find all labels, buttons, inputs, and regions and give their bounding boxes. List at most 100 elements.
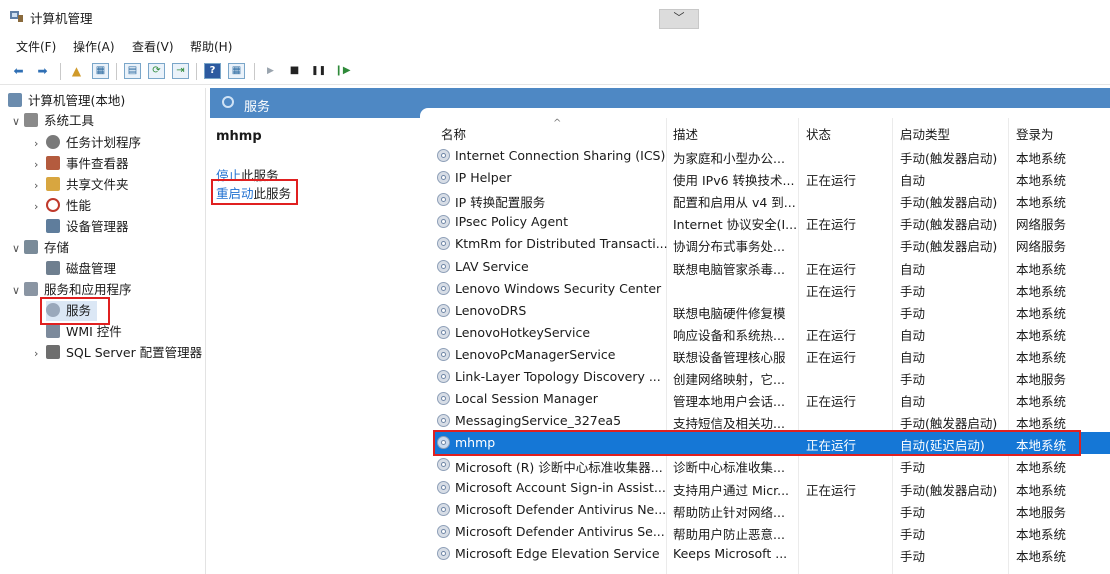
chevron-right-icon[interactable]: › bbox=[34, 134, 46, 154]
table-row[interactable]: Local Session Manager 管理本地用户会话... 正在运行 自动 本地… bbox=[433, 388, 1110, 410]
service-gear-icon bbox=[437, 149, 450, 162]
menu-help[interactable]: 帮助(H) bbox=[190, 38, 232, 55]
tree-item-storage[interactable]: ∨ 存储 bbox=[12, 238, 69, 258]
menu-action[interactable]: 操作(A) bbox=[73, 38, 115, 55]
refresh-icon[interactable]: ⟳ bbox=[148, 63, 165, 79]
collapse-button[interactable]: ﹀ bbox=[659, 9, 699, 29]
tree-item-sql-server-config[interactable]: › SQL Server 配置管理器 bbox=[34, 343, 202, 363]
table-row[interactable]: KtmRm for Distributed Transacti... 协调分布式事… bbox=[433, 233, 1110, 255]
tree-item-computer-management[interactable]: 计算机管理(本地) bbox=[8, 91, 125, 111]
service-status-cell: 正在运行 bbox=[806, 482, 857, 498]
tree-item-label: 磁盘管理 bbox=[66, 261, 117, 276]
back-arrow-icon[interactable]: ⬅ bbox=[10, 63, 27, 79]
pause-service-icon[interactable]: ❚❚ bbox=[310, 63, 327, 79]
chevron-right-icon[interactable]: › bbox=[34, 155, 46, 175]
table-row[interactable]: LenovoHotkeyService 响应设备和系统热... 正在运行 自动 本地系统 bbox=[433, 322, 1110, 344]
chevron-right-icon[interactable]: › bbox=[34, 197, 46, 217]
service-name-cell: Lenovo Windows Security Center bbox=[455, 280, 662, 296]
service-startup-type-cell: 手动(触发器启动) bbox=[900, 482, 998, 498]
detail-service-name: mhmp bbox=[216, 129, 262, 144]
service-startup-type-cell: 自动 bbox=[900, 394, 926, 410]
storage-icon bbox=[24, 240, 38, 254]
services-header-icon bbox=[222, 96, 234, 108]
service-gear-icon bbox=[437, 237, 450, 251]
service-startup-type-cell: 自动 bbox=[900, 261, 926, 277]
service-name-cell: MessagingService_327ea5 bbox=[455, 413, 622, 429]
service-startup-type-cell: 手动 bbox=[900, 460, 926, 476]
forward-arrow-icon[interactable]: ➡ bbox=[34, 63, 51, 79]
column-header-startup-type[interactable]: 启动类型 bbox=[900, 124, 950, 143]
tree-item-performance[interactable]: › 性能 bbox=[34, 196, 91, 216]
column-header-status[interactable]: 状态 bbox=[806, 124, 831, 143]
table-row[interactable]: Link-Layer Topology Discovery ... 创建网络映射，… bbox=[433, 366, 1110, 388]
service-gear-icon bbox=[437, 502, 450, 516]
tree-item-task-scheduler[interactable]: › 任务计划程序 bbox=[34, 133, 141, 153]
help-icon[interactable]: ? bbox=[204, 63, 221, 79]
table-row[interactable]: LAV Service 联想电脑管家杀毒... 正在运行 自动 本地系统 bbox=[433, 256, 1110, 278]
table-row[interactable]: Microsoft Defender Antivirus Se... 帮助用户防止… bbox=[433, 521, 1110, 543]
tree-item-label: WMI 控件 bbox=[66, 324, 122, 339]
service-gear-icon bbox=[437, 347, 450, 361]
view-icon[interactable]: ▦ bbox=[228, 63, 245, 79]
column-header-description[interactable]: 描述 bbox=[673, 124, 698, 143]
export-icon[interactable]: ⇥ bbox=[172, 63, 189, 79]
chevron-right-icon[interactable]: › bbox=[34, 344, 46, 364]
table-row[interactable]: Microsoft Defender Antivirus Ne... 帮助防止针对… bbox=[433, 499, 1110, 521]
column-header-log-on-as[interactable]: 登录为 bbox=[1016, 124, 1054, 143]
table-row[interactable]: Internet Connection Sharing (ICS) 为家庭和小型办… bbox=[433, 145, 1110, 167]
tree-item-system-tools[interactable]: ∨ 系统工具 bbox=[12, 111, 94, 131]
tree-item-shared-folders[interactable]: › 共享文件夹 bbox=[34, 175, 129, 195]
table-row[interactable]: IP Helper 使用 IPv6 转换技术... 正在运行 自动 本地系统 bbox=[433, 167, 1110, 189]
table-row[interactable]: Microsoft Edge Elevation Service Keeps Mi… bbox=[433, 543, 1110, 565]
up-folder-icon[interactable]: ▲ bbox=[68, 63, 85, 79]
tree-item-label: 事件查看器 bbox=[66, 156, 129, 171]
chevron-down-icon[interactable]: ∨ bbox=[12, 239, 24, 259]
restart-service-icon[interactable]: ❙▶ bbox=[334, 63, 351, 79]
service-description-cell: 联想电脑管家杀毒... bbox=[673, 261, 785, 277]
service-startup-type-cell: 自动 bbox=[900, 327, 926, 343]
service-description-cell: 联想设备管理核心服 bbox=[673, 349, 786, 365]
start-service-icon[interactable]: ▶ bbox=[262, 63, 279, 79]
service-description-cell: 管理本地用户会话... bbox=[673, 394, 785, 410]
disk-icon bbox=[46, 261, 60, 275]
chevron-down-icon[interactable]: ∨ bbox=[12, 112, 24, 132]
toolbar-separator bbox=[254, 63, 255, 80]
table-row[interactable]: Microsoft Account Sign-in Assist... 支持用户通… bbox=[433, 477, 1110, 499]
service-name-cell: KtmRm for Distributed Transacti... bbox=[455, 236, 668, 252]
table-row[interactable]: IP 转换配置服务 配置和启用从 v4 到... 手动(触发器启动) 本地系统 bbox=[433, 189, 1110, 211]
service-name-cell: Microsoft (R) 诊断中心标准收集器... bbox=[455, 460, 663, 476]
stop-service-icon[interactable]: ■ bbox=[286, 63, 303, 79]
tree-item-label: 设备管理器 bbox=[66, 219, 129, 234]
clock-icon bbox=[46, 135, 60, 149]
tree-item-event-viewer[interactable]: › 事件查看器 bbox=[34, 154, 129, 174]
service-logon-cell: 本地系统 bbox=[1016, 283, 1067, 299]
tree-item-device-manager[interactable]: 设备管理器 bbox=[46, 217, 129, 237]
service-startup-type-cell: 手动(触发器启动) bbox=[900, 217, 998, 233]
service-gear-icon bbox=[437, 303, 450, 317]
properties-icon[interactable]: ▤ bbox=[124, 63, 141, 79]
table-row[interactable]: Lenovo Windows Security Center 正在运行 手动 本地系统 bbox=[433, 278, 1110, 300]
console-tree-icon[interactable]: ▦ bbox=[92, 63, 109, 79]
tree-item-disk-management[interactable]: 磁盘管理 bbox=[46, 259, 116, 279]
table-row[interactable]: LenovoDRS 联想电脑硬件修复模 手动 本地系统 bbox=[433, 300, 1110, 322]
menu-view[interactable]: 查看(V) bbox=[132, 38, 174, 55]
menu-file[interactable]: 文件(F) bbox=[16, 38, 56, 55]
service-gear-icon bbox=[437, 414, 450, 428]
tree-item-wmi-control[interactable]: WMI 控件 bbox=[46, 322, 122, 342]
service-description-cell: 创建网络映射，它... bbox=[673, 372, 785, 387]
table-row[interactable]: IPsec Policy Agent Internet 协议安全(I... 正在运行… bbox=[433, 211, 1110, 233]
table-row[interactable]: MessagingService_327ea5 支持短信及相关功... 手动(触发器… bbox=[433, 410, 1110, 432]
service-name-cell: LAV Service bbox=[455, 258, 529, 274]
table-row[interactable]: Microsoft (R) 诊断中心标准收集器... 诊断中心标准收集... 手动 本… bbox=[433, 454, 1110, 476]
table-row[interactable]: LenovoPcManagerService 联想设备管理核心服 正在运行 自动 本地系… bbox=[433, 344, 1110, 366]
chevron-right-icon[interactable]: › bbox=[34, 176, 46, 196]
service-gear-icon bbox=[437, 193, 450, 207]
sort-up-icon: ^ bbox=[553, 118, 562, 129]
toolbar-separator bbox=[196, 63, 197, 80]
service-status-cell: 正在运行 bbox=[806, 349, 857, 365]
column-header-name[interactable]: 名称 ^ bbox=[441, 118, 561, 143]
service-logon-cell: 网络服务 bbox=[1016, 217, 1067, 233]
chevron-down-icon[interactable]: ∨ bbox=[12, 281, 24, 301]
service-description-cell: 协调分布式事务处... bbox=[673, 239, 785, 255]
computer-management-icon bbox=[10, 9, 23, 22]
